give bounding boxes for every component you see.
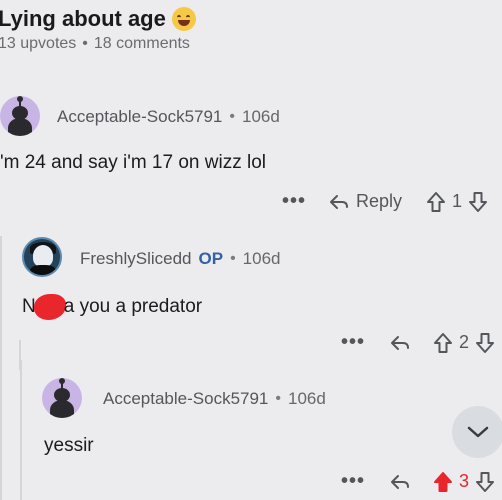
vote-score: 3 (459, 471, 470, 491)
reply-arrow-icon (330, 194, 349, 209)
comment-text-end: a you a predator (63, 296, 203, 317)
comment-age: 106d (242, 249, 281, 268)
comment-age: 106d (288, 389, 326, 408)
vote-control: 1 (426, 191, 488, 213)
comment-text: yessir (44, 435, 94, 456)
meta-separator: • (82, 35, 88, 52)
separator-dot: • (275, 390, 281, 407)
comment-header: Acceptable-Sock5791 • 106d (57, 107, 280, 127)
avatar[interactable] (0, 96, 40, 136)
scroll-to-next-button[interactable] (452, 406, 502, 458)
op-badge: OP (198, 249, 224, 268)
upvote-arrow-icon[interactable] (426, 191, 446, 213)
comment-actions: ••• Reply 1 (282, 190, 488, 213)
reply-label: Reply (356, 191, 403, 211)
comment-text: N a you a predator (22, 294, 202, 320)
laughing-emoji-icon (171, 7, 196, 31)
comment-actions: ••• 2 (341, 331, 495, 354)
separator-dot: • (229, 108, 235, 125)
username[interactable]: Acceptable-Sock5791 (103, 389, 268, 409)
reply-arrow-icon[interactable] (389, 334, 411, 352)
post-title: Lying about age (0, 6, 196, 32)
redaction-scribble (33, 294, 66, 320)
avatar[interactable] (22, 237, 62, 277)
username[interactable]: FreshlySlicedd (80, 249, 192, 269)
comment-text: 'm 24 and say i'm 17 on wizz lol (0, 152, 266, 173)
comment-age: 106d (242, 107, 280, 126)
avatar[interactable] (42, 378, 82, 418)
more-options-button[interactable]: ••• (341, 331, 365, 354)
chevron-down-icon (467, 426, 489, 438)
reply-arrow-icon[interactable] (389, 473, 411, 491)
thread-line[interactable] (20, 360, 22, 500)
post-meta: 13 upvotes • 18 comments (0, 35, 190, 53)
more-options-button[interactable]: ••• (282, 190, 306, 213)
downvote-arrow-icon[interactable] (475, 332, 495, 354)
vote-score: 2 (459, 332, 470, 352)
comment-header: FreshlySlicedd OP • 106d (80, 249, 281, 269)
username[interactable]: Acceptable-Sock5791 (57, 107, 222, 127)
upvote-count: 13 upvotes (0, 35, 77, 52)
comment-header: Acceptable-Sock5791 • 106d (103, 389, 326, 409)
upvote-arrow-icon[interactable] (433, 471, 453, 493)
comment-actions: ••• 3 (341, 470, 495, 493)
thread-connector (19, 340, 21, 370)
comment-count: 18 comments (93, 35, 190, 52)
upvote-arrow-icon[interactable] (433, 332, 453, 354)
vote-control: 3 (433, 471, 495, 493)
more-options-button[interactable]: ••• (341, 470, 365, 493)
post-title-text: Lying about age (0, 6, 166, 31)
reply-button[interactable]: Reply (328, 191, 402, 212)
downvote-arrow-icon[interactable] (468, 191, 488, 213)
downvote-arrow-icon[interactable] (475, 471, 495, 493)
separator-dot: • (230, 250, 236, 267)
vote-score: 1 (452, 191, 463, 211)
vote-control: 2 (433, 332, 495, 354)
